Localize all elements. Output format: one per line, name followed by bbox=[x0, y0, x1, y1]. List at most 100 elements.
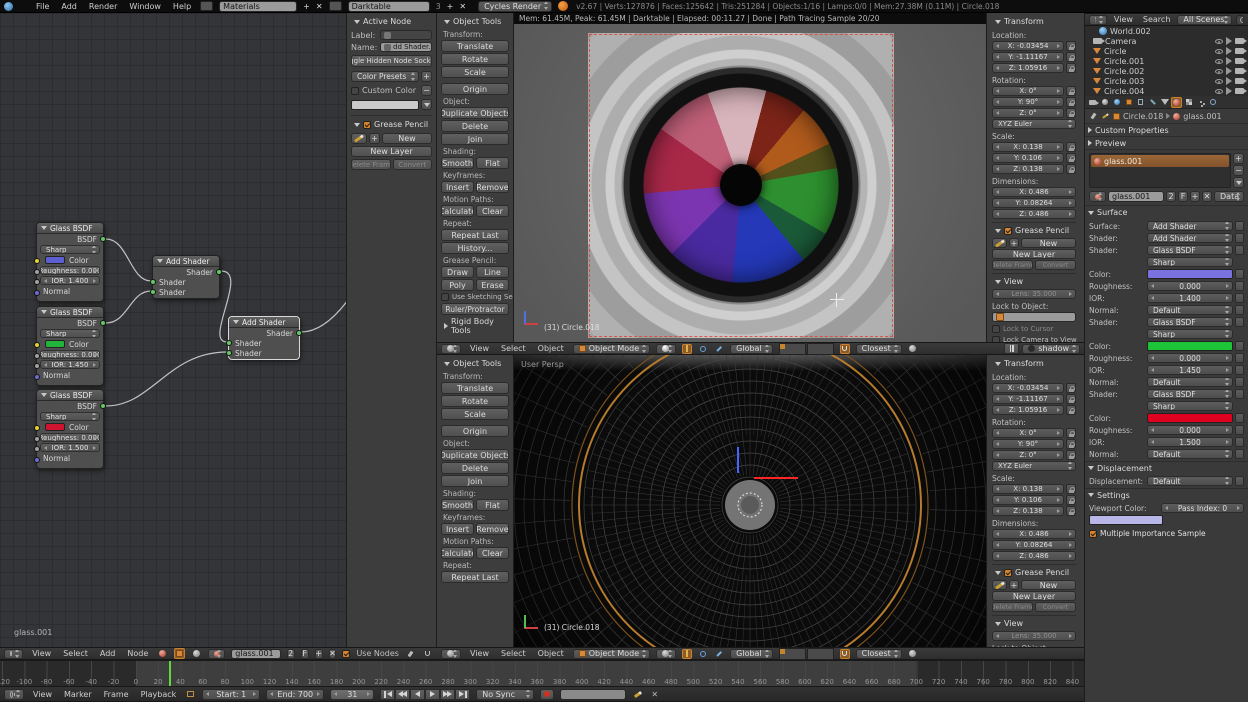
displacement-panel-header[interactable]: Displacement bbox=[1085, 461, 1248, 474]
scene-icon[interactable] bbox=[329, 1, 342, 11]
view-menu[interactable]: View bbox=[1111, 15, 1136, 24]
color-row[interactable]: Color bbox=[37, 255, 103, 265]
node-color-swatch[interactable] bbox=[351, 100, 419, 110]
tab-modifiers-icon[interactable] bbox=[1147, 97, 1158, 108]
editor-type-select[interactable] bbox=[4, 689, 24, 700]
transform-panel-header[interactable]: Transform bbox=[992, 357, 1076, 370]
normal-select[interactable]: Default bbox=[1147, 305, 1233, 315]
preset-menu-button[interactable] bbox=[421, 99, 432, 110]
menu-file[interactable]: File bbox=[33, 2, 52, 11]
tab-scene-icon[interactable] bbox=[1099, 97, 1110, 108]
outliner-row-camera[interactable]: Camera bbox=[1085, 36, 1248, 46]
dim-z-slider[interactable]: Z: 0.486 bbox=[992, 551, 1076, 561]
shading-mode-select[interactable]: shadow bbox=[1022, 344, 1080, 354]
object-menu[interactable]: Object bbox=[535, 649, 567, 658]
distribution-select[interactable]: Sharp bbox=[40, 245, 100, 254]
collapse-icon[interactable] bbox=[233, 320, 239, 324]
use-nodes-checkbox[interactable] bbox=[342, 650, 350, 658]
orientation-select[interactable]: Global bbox=[730, 649, 773, 659]
rotation-mode-select[interactable]: XYZ Euler bbox=[992, 119, 1076, 129]
gp-add-button[interactable]: + bbox=[1009, 580, 1019, 590]
socket-ior-in[interactable] bbox=[34, 279, 40, 285]
active-node-panel-header[interactable]: Active Node bbox=[351, 15, 432, 28]
repeat-last-button[interactable]: Repeat Last bbox=[441, 571, 509, 583]
current-frame-slider[interactable]: 31 bbox=[330, 689, 374, 700]
jump-prev-keyframe-button[interactable] bbox=[395, 689, 410, 700]
distribution-select[interactable]: Sharp bbox=[1147, 329, 1233, 339]
ior-slider[interactable]: IOR: 1.450 bbox=[40, 360, 100, 369]
renderability-icon[interactable] bbox=[1235, 48, 1244, 54]
clear-button[interactable]: Clear bbox=[476, 547, 509, 559]
scale-z-slider[interactable]: Z: 0.138 bbox=[992, 506, 1064, 516]
roughness-slider[interactable]: 0.000 bbox=[1147, 425, 1233, 435]
lock-to-object-field[interactable] bbox=[992, 312, 1076, 322]
roughness-slider[interactable]: 0.000 bbox=[1147, 353, 1233, 363]
custom-properties-header[interactable]: Custom Properties bbox=[1085, 124, 1248, 137]
sync-select[interactable]: No Sync bbox=[476, 689, 534, 700]
node-link-button[interactable] bbox=[1235, 317, 1244, 327]
gp-new-button[interactable]: New bbox=[1021, 580, 1076, 590]
selectability-icon[interactable] bbox=[1226, 37, 1232, 45]
lens-slider[interactable]: Lens: 35.000 bbox=[992, 631, 1076, 641]
lock-icon[interactable] bbox=[1066, 142, 1076, 152]
node-link-button[interactable] bbox=[1235, 233, 1244, 243]
normal-select[interactable]: Default bbox=[1147, 377, 1233, 387]
snap-icon[interactable] bbox=[840, 649, 850, 659]
lock-icon[interactable] bbox=[1066, 428, 1076, 438]
collapse-icon[interactable] bbox=[157, 259, 163, 263]
shader-select[interactable]: Add Shader bbox=[1147, 233, 1233, 243]
displacement-select[interactable]: Default bbox=[1147, 476, 1233, 486]
distribution-select[interactable]: Sharp bbox=[1147, 401, 1233, 411]
screen-layout-name[interactable]: Materials bbox=[219, 1, 297, 12]
render-opengl-icon[interactable] bbox=[908, 344, 918, 354]
gp-draw-mode-button[interactable] bbox=[351, 133, 367, 144]
record-button[interactable] bbox=[540, 689, 554, 700]
location-z-slider[interactable]: Z: 1.05916 bbox=[992, 405, 1064, 415]
join-button[interactable]: Join bbox=[441, 133, 509, 145]
slot-remove-button[interactable]: − bbox=[1233, 165, 1244, 176]
pin-icon[interactable] bbox=[405, 648, 416, 659]
collapse-icon[interactable] bbox=[41, 393, 47, 397]
rotation-x-slider[interactable]: X: 0° bbox=[992, 428, 1064, 438]
surface-panel-header[interactable]: Surface bbox=[1085, 206, 1248, 219]
gp-add-button[interactable]: + bbox=[369, 133, 380, 144]
origin-button[interactable]: Origin bbox=[441, 83, 509, 95]
lock-icon[interactable] bbox=[1066, 86, 1076, 96]
gp-draw-mode-button[interactable] bbox=[992, 580, 1007, 590]
outliner-search-field[interactable] bbox=[1236, 15, 1244, 25]
frame-start-slider[interactable]: Start: 1 bbox=[202, 689, 260, 700]
tab-texture-icon[interactable] bbox=[1183, 97, 1194, 108]
dim-y-slider[interactable]: Y: 0.08264 bbox=[992, 540, 1076, 550]
ior-slider[interactable]: 1.500 bbox=[1147, 437, 1233, 447]
rotation-mode-select[interactable]: XYZ Euler bbox=[992, 461, 1076, 471]
custom-color-checkbox[interactable] bbox=[351, 87, 359, 95]
node-menu[interactable]: Node bbox=[124, 649, 151, 658]
settings-panel-header[interactable]: Settings bbox=[1085, 488, 1248, 501]
socket-color-in[interactable] bbox=[34, 258, 40, 264]
scale-x-slider[interactable]: X: 0.138 bbox=[992, 142, 1064, 152]
visibility-icon[interactable] bbox=[1215, 59, 1223, 64]
display-mode-select[interactable]: All Scenes bbox=[1177, 15, 1232, 25]
gp-new-button[interactable]: New bbox=[1021, 238, 1076, 248]
node-link-button[interactable] bbox=[1235, 269, 1244, 279]
grease-pencil-panel-header[interactable]: Grease Pencil bbox=[351, 118, 432, 131]
material-unlink-button[interactable]: ✕ bbox=[329, 649, 337, 659]
lock-icon[interactable] bbox=[1066, 394, 1076, 404]
tab-material-icon[interactable] bbox=[1171, 97, 1182, 108]
node-link-button[interactable] bbox=[1235, 365, 1244, 375]
color-swatch[interactable] bbox=[45, 423, 65, 431]
visibility-icon[interactable] bbox=[1215, 49, 1223, 54]
view-panel-header[interactable]: View bbox=[992, 617, 1076, 630]
renderability-icon[interactable] bbox=[1235, 58, 1244, 64]
gp-poly-button[interactable]: Poly bbox=[441, 279, 474, 291]
node-link-button[interactable] bbox=[1235, 281, 1244, 291]
scale-z-slider[interactable]: Z: 0.138 bbox=[992, 164, 1064, 174]
object-menu[interactable]: Object bbox=[535, 344, 567, 353]
roughness-slider[interactable]: 0.000 bbox=[1147, 281, 1233, 291]
node-link-button[interactable] bbox=[1235, 476, 1244, 486]
socket-bsdf-out[interactable] bbox=[100, 320, 106, 326]
tab-particles-icon[interactable] bbox=[1195, 97, 1206, 108]
tab-physics-icon[interactable] bbox=[1207, 97, 1218, 108]
socket-ior-in[interactable] bbox=[34, 363, 40, 369]
node-link-button[interactable] bbox=[1235, 221, 1244, 231]
